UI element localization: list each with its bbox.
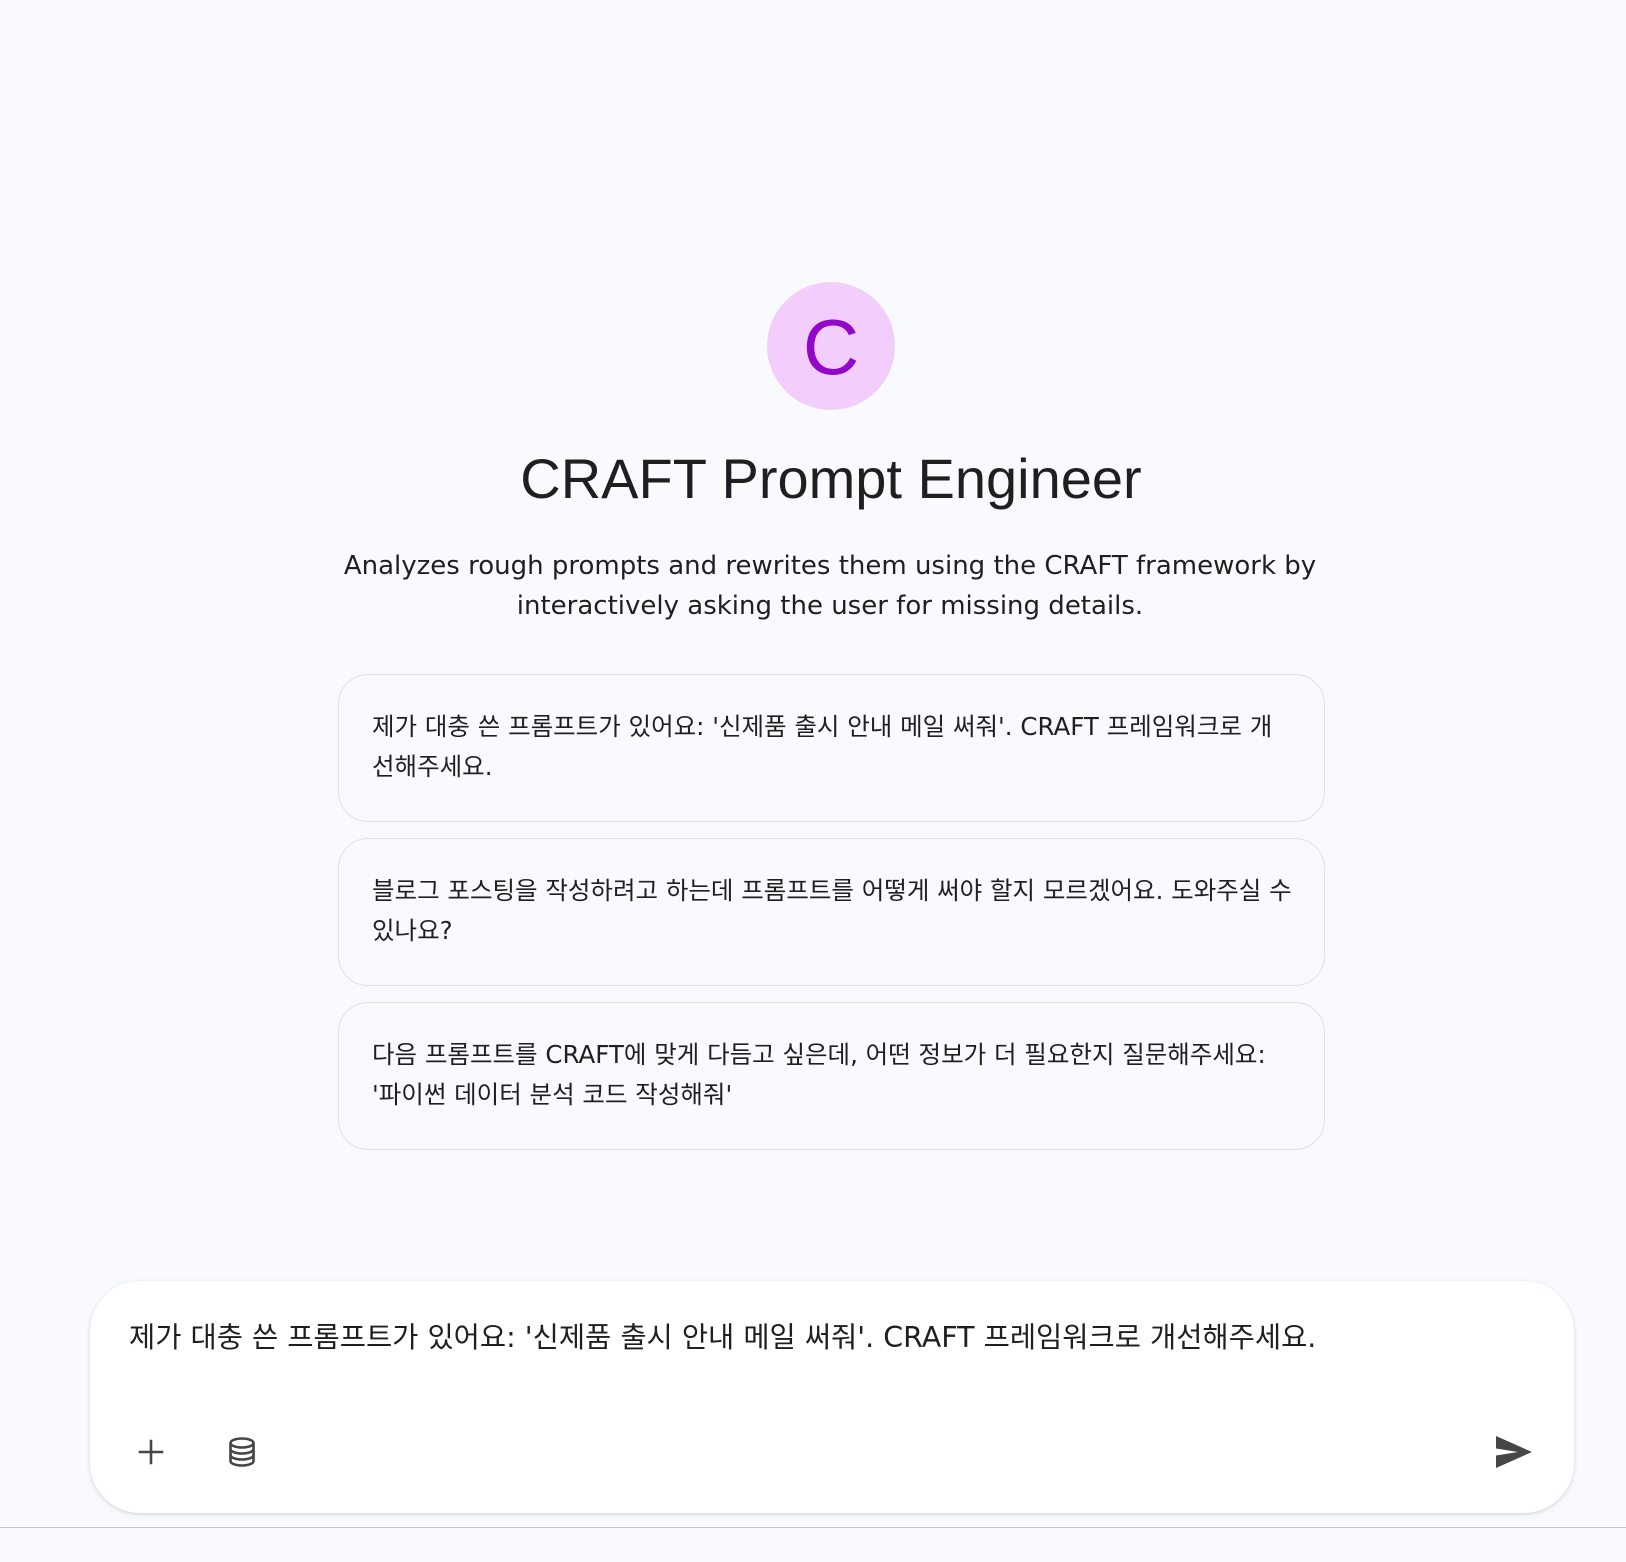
suggestion-card-3[interactable]: 다음 프롬프트를 CRAFT에 맞게 다듬고 싶은데, 어떤 정보가 더 필요한… <box>338 1002 1325 1150</box>
message-composer: 제가 대충 쓴 프롬프트가 있어요: '신제품 출시 안내 메일 써줘'. CR… <box>90 1281 1574 1513</box>
agent-description: Analyzes rough prompts and rewrites them… <box>343 551 1317 621</box>
suggestion-text: 다음 프롬프트를 CRAFT에 맞게 다듬고 싶은데, 어떤 정보가 더 필요한… <box>372 1040 1266 1109</box>
suggestion-text: 블로그 포스팅을 작성하려고 하는데 프롬프트를 어떻게 써야 할지 모르겠어요… <box>372 876 1292 945</box>
suggestion-card-2[interactable]: 블로그 포스팅을 작성하려고 하는데 프롬프트를 어떻게 써야 할지 모르겠어요… <box>338 838 1325 986</box>
suggestion-text: 제가 대충 쓴 프롬프트가 있어요: '신제품 출시 안내 메일 써줘'. CR… <box>372 712 1273 781</box>
suggestion-card-1[interactable]: 제가 대충 쓴 프롬프트가 있어요: '신제품 출시 안내 메일 써줘'. CR… <box>338 674 1325 822</box>
add-attachment-button[interactable] <box>123 1424 179 1480</box>
send-icon <box>1496 1436 1532 1468</box>
agent-title: CRAFT Prompt Engineer <box>520 447 1142 510</box>
message-input[interactable]: 제가 대충 쓴 프롬프트가 있어요: '신제품 출시 안내 메일 써줘'. CR… <box>129 1315 1509 1361</box>
agent-avatar: C <box>767 282 895 410</box>
avatar-letter: C <box>802 303 860 391</box>
send-button[interactable] <box>1486 1424 1542 1480</box>
data-source-button[interactable] <box>214 1424 270 1480</box>
bottom-divider <box>0 1527 1626 1528</box>
database-icon <box>229 1437 255 1467</box>
suggestion-list: 제가 대충 쓴 프롬프트가 있어요: '신제품 출시 안내 메일 써줘'. CR… <box>338 674 1325 1166</box>
plus-icon <box>138 1439 164 1465</box>
